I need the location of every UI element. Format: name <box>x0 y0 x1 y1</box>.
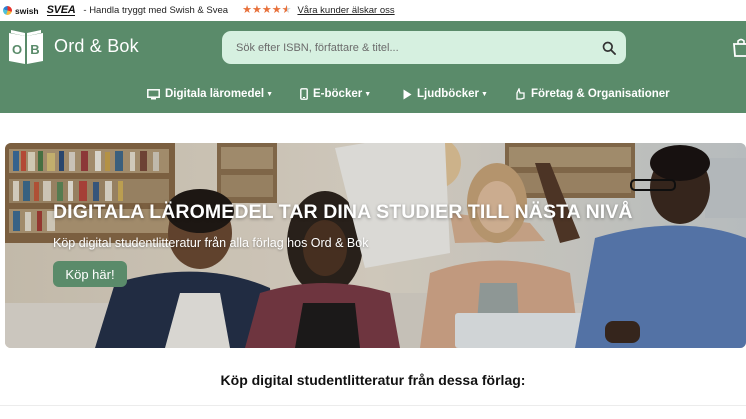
nav-item-digitala-laromedel[interactable]: Digitala läromedel ▼ <box>147 83 273 105</box>
swish-icon <box>3 6 12 15</box>
buy-here-button[interactable]: Köp här! <box>53 261 127 287</box>
payment-tagline: - Handla tryggt med Swish & Svea <box>83 5 229 16</box>
logo-text: Ord & Bok <box>54 35 139 56</box>
main-navigation: Digitala läromedel ▼ E-böcker ▼ Ljudböcker… <box>0 83 746 105</box>
book-logo-icon: O B <box>9 30 43 64</box>
star-icon: ★ <box>271 4 282 16</box>
hero-banner: DIGITALA LÄROMEDEL TAR DINA STUDIER TILL… <box>5 143 746 348</box>
hero-subtitle: Köp digital studentlitteratur från alla … <box>53 236 369 250</box>
half-star-icon: ★ <box>281 4 292 16</box>
play-icon <box>403 89 412 99</box>
star-icon: ★ <box>242 4 252 16</box>
cart-icon[interactable] <box>732 37 746 59</box>
handshake-icon <box>516 88 525 100</box>
divider <box>0 405 746 406</box>
reviews-link[interactable]: Våra kunder älskar oss <box>297 5 394 16</box>
monitor-icon <box>147 88 160 99</box>
site-logo[interactable]: O B Ord & Bok <box>6 27 139 65</box>
svg-text:O: O <box>12 42 22 57</box>
rating-stars: ★ ★ ★ ★ ★ <box>242 5 291 16</box>
search-input[interactable] <box>234 30 602 65</box>
top-info-bar: swish SVEA - Handla tryggt med Swish & S… <box>0 0 746 21</box>
chevron-down-icon: ▼ <box>480 90 488 98</box>
svg-text:B: B <box>30 42 39 57</box>
swish-logo: swish <box>3 6 39 16</box>
phone-icon <box>300 88 308 100</box>
chevron-down-icon: ▼ <box>364 90 372 98</box>
nav-item-foretag-organisationer[interactable]: Företag & Organisationer <box>515 83 670 105</box>
nav-item-e-bocker[interactable]: E-böcker ▼ <box>300 83 371 105</box>
svea-logo: SVEA <box>46 4 76 16</box>
chevron-down-icon: ▼ <box>266 90 273 98</box>
star-icon: ★ <box>261 4 272 16</box>
publishers-section-title: Köp digital studentlitteratur från dessa… <box>220 372 526 388</box>
search-icon[interactable] <box>602 41 616 55</box>
site-header: O B Ord & Bok Digitala läromedel▼ <box>0 21 746 113</box>
nav-item-ljudbocker[interactable]: Ljudböcker ▼ <box>403 83 488 105</box>
search-bar <box>222 30 626 65</box>
star-icon: ★ <box>251 4 262 16</box>
hero-title: DIGITALA LÄROMEDEL TAR DINA STUDIER TILL… <box>53 201 633 223</box>
